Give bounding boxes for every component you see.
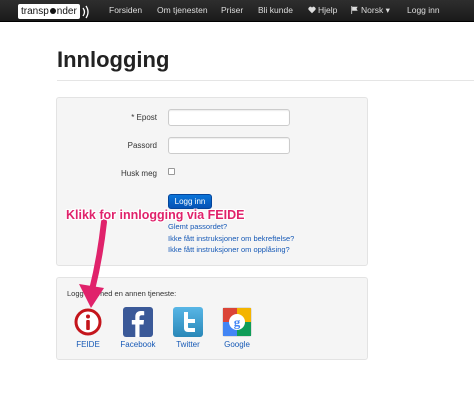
signal-waves-icon [82, 5, 90, 19]
nav-bli-kunde[interactable]: Bli kunde [258, 0, 293, 22]
twitter-login-button[interactable]: Twitter [166, 307, 210, 349]
remember-me-label: Husk meg [120, 169, 157, 178]
logo-wordmark: transp nder [18, 4, 80, 19]
twitter-label: Twitter [176, 340, 200, 349]
heart-icon [308, 6, 316, 14]
password-field[interactable] [168, 137, 290, 154]
unlock-instructions-link[interactable]: Ikke fått instruksjoner om opplåsing? [168, 245, 290, 254]
forgot-password-link[interactable]: Glemt passordet? [168, 222, 227, 231]
svg-text:g: g [234, 315, 241, 330]
google-label: Google [224, 340, 250, 349]
annotation-arrow-icon [79, 219, 107, 308]
email-label: * Epost [131, 113, 157, 122]
page-title: Innlogging [57, 47, 170, 72]
email-field[interactable] [168, 109, 290, 126]
feide-login-button[interactable]: FEIDE [66, 307, 110, 349]
confirmation-instructions-link[interactable]: Ikke fått instruksjoner om bekreftelse? [168, 234, 294, 243]
chevron-down-icon: ▾ [385, 5, 390, 15]
top-navbar: transp nder Forsiden Om tjenesten Priser … [0, 0, 474, 22]
password-label: Passord [127, 141, 157, 150]
facebook-icon [123, 307, 153, 337]
transponder-logo[interactable]: transp nder [18, 3, 90, 20]
nav-om-tjenesten[interactable]: Om tjenesten [157, 0, 208, 22]
remember-me-checkbox[interactable] [168, 168, 175, 175]
google-icon: g [222, 307, 252, 337]
nav-forsiden[interactable]: Forsiden [109, 0, 142, 22]
feide-callout: Klikk for innlogging via FEIDE [66, 208, 245, 222]
nav-priser[interactable]: Priser [221, 0, 243, 22]
twitter-icon [173, 307, 203, 337]
nav-logg-inn[interactable]: Logg inn [407, 0, 440, 22]
flag-icon [351, 6, 358, 14]
nav-language-dropdown[interactable]: Norsk ▾ [350, 0, 390, 22]
nav-language-label: Norsk [361, 5, 384, 15]
feide-label: FEIDE [76, 340, 100, 349]
nav-hjelp-label: Hjelp [318, 5, 338, 15]
facebook-login-button[interactable]: Facebook [116, 307, 160, 349]
google-login-button[interactable]: g Google [215, 307, 259, 349]
nav-hjelp[interactable]: Hjelp [308, 0, 337, 22]
title-divider [57, 80, 474, 81]
facebook-label: Facebook [120, 340, 156, 349]
login-submit-button[interactable]: Logg inn [168, 194, 212, 209]
